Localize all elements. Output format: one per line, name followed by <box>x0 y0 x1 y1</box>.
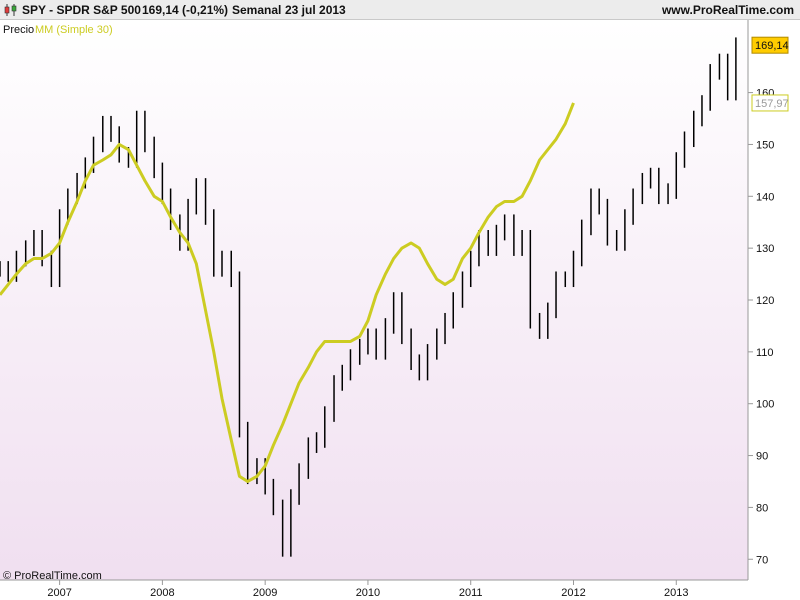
price-legend: Precio <box>3 24 34 36</box>
x-tick-label: 2008 <box>150 587 174 599</box>
copyright-text: © ProRealTime.com <box>3 570 102 582</box>
last-quote: 169,14 (-0,21%) <box>142 3 229 17</box>
y-tick-label: 140 <box>756 191 774 203</box>
instrument-name: SPY - SPDR S&P 500 <box>22 3 141 17</box>
x-tick-label: 2013 <box>664 587 688 599</box>
y-axis: 708090100110120130140150160 <box>748 88 774 566</box>
x-tick-label: 2009 <box>253 587 277 599</box>
ma-value-tag: 157,97 <box>751 94 789 112</box>
x-tick-label: 2010 <box>356 587 380 599</box>
date-label: 23 jul 2013 <box>285 3 346 17</box>
y-tick-label: 70 <box>756 554 768 566</box>
title-bar: SPY - SPDR S&P 500 169,14 (-0,21%) Seman… <box>0 0 800 20</box>
y-tick-label: 130 <box>756 243 774 255</box>
x-axis: 2007 2008 2009 2010 2011 2012 2013 <box>47 580 689 599</box>
y-tick-label: 90 <box>756 451 768 463</box>
y-tick-label: 80 <box>756 502 768 514</box>
last-price-tag: 169,14 <box>751 36 789 54</box>
y-tick-label: 100 <box>756 399 774 411</box>
ma-value: 157,97 <box>755 98 789 110</box>
y-tick-label: 150 <box>756 139 774 151</box>
y-tick-label: 110 <box>756 347 774 359</box>
y-tick-label: 120 <box>756 295 774 307</box>
last-price-value: 169,14 <box>755 40 789 52</box>
x-tick-label: 2012 <box>561 587 585 599</box>
ma-legend: MM (Simple 30) <box>35 24 113 36</box>
site-link[interactable]: www.ProRealTime.com <box>662 3 794 17</box>
x-tick-label: 2007 <box>47 587 71 599</box>
x-tick-label: 2011 <box>459 587 483 599</box>
candlestick-icon <box>4 4 17 16</box>
period-label: Semanal <box>232 3 282 17</box>
price-chart: 708090100110120130140150160 2007 2008 2009… <box>0 20 789 599</box>
